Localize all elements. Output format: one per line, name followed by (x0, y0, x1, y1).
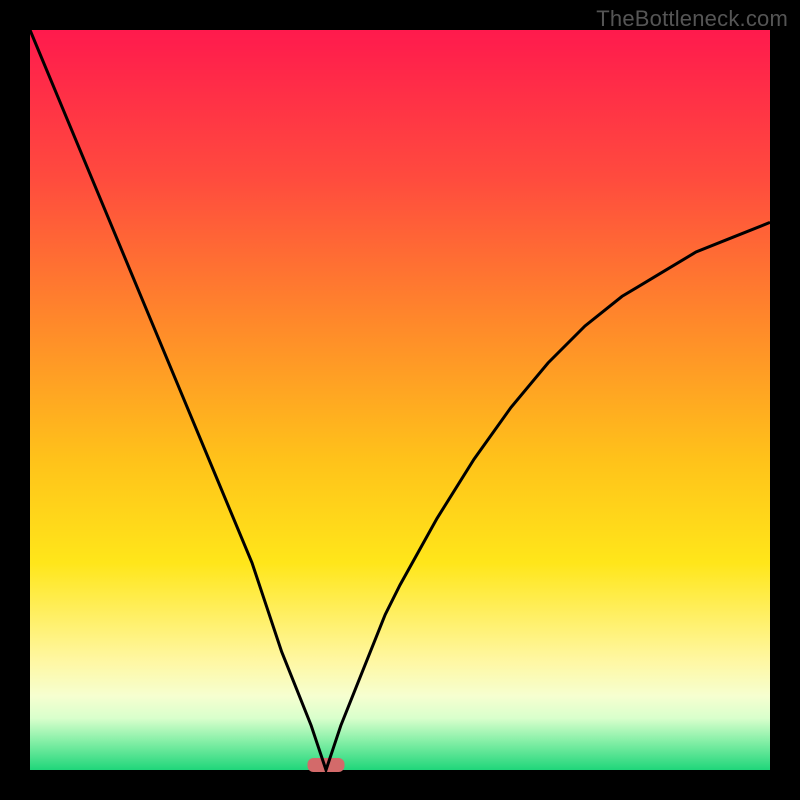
plot-background (30, 30, 770, 770)
watermark-text: TheBottleneck.com (596, 6, 788, 32)
chart-frame: TheBottleneck.com (0, 0, 800, 800)
chart-canvas (0, 0, 800, 800)
